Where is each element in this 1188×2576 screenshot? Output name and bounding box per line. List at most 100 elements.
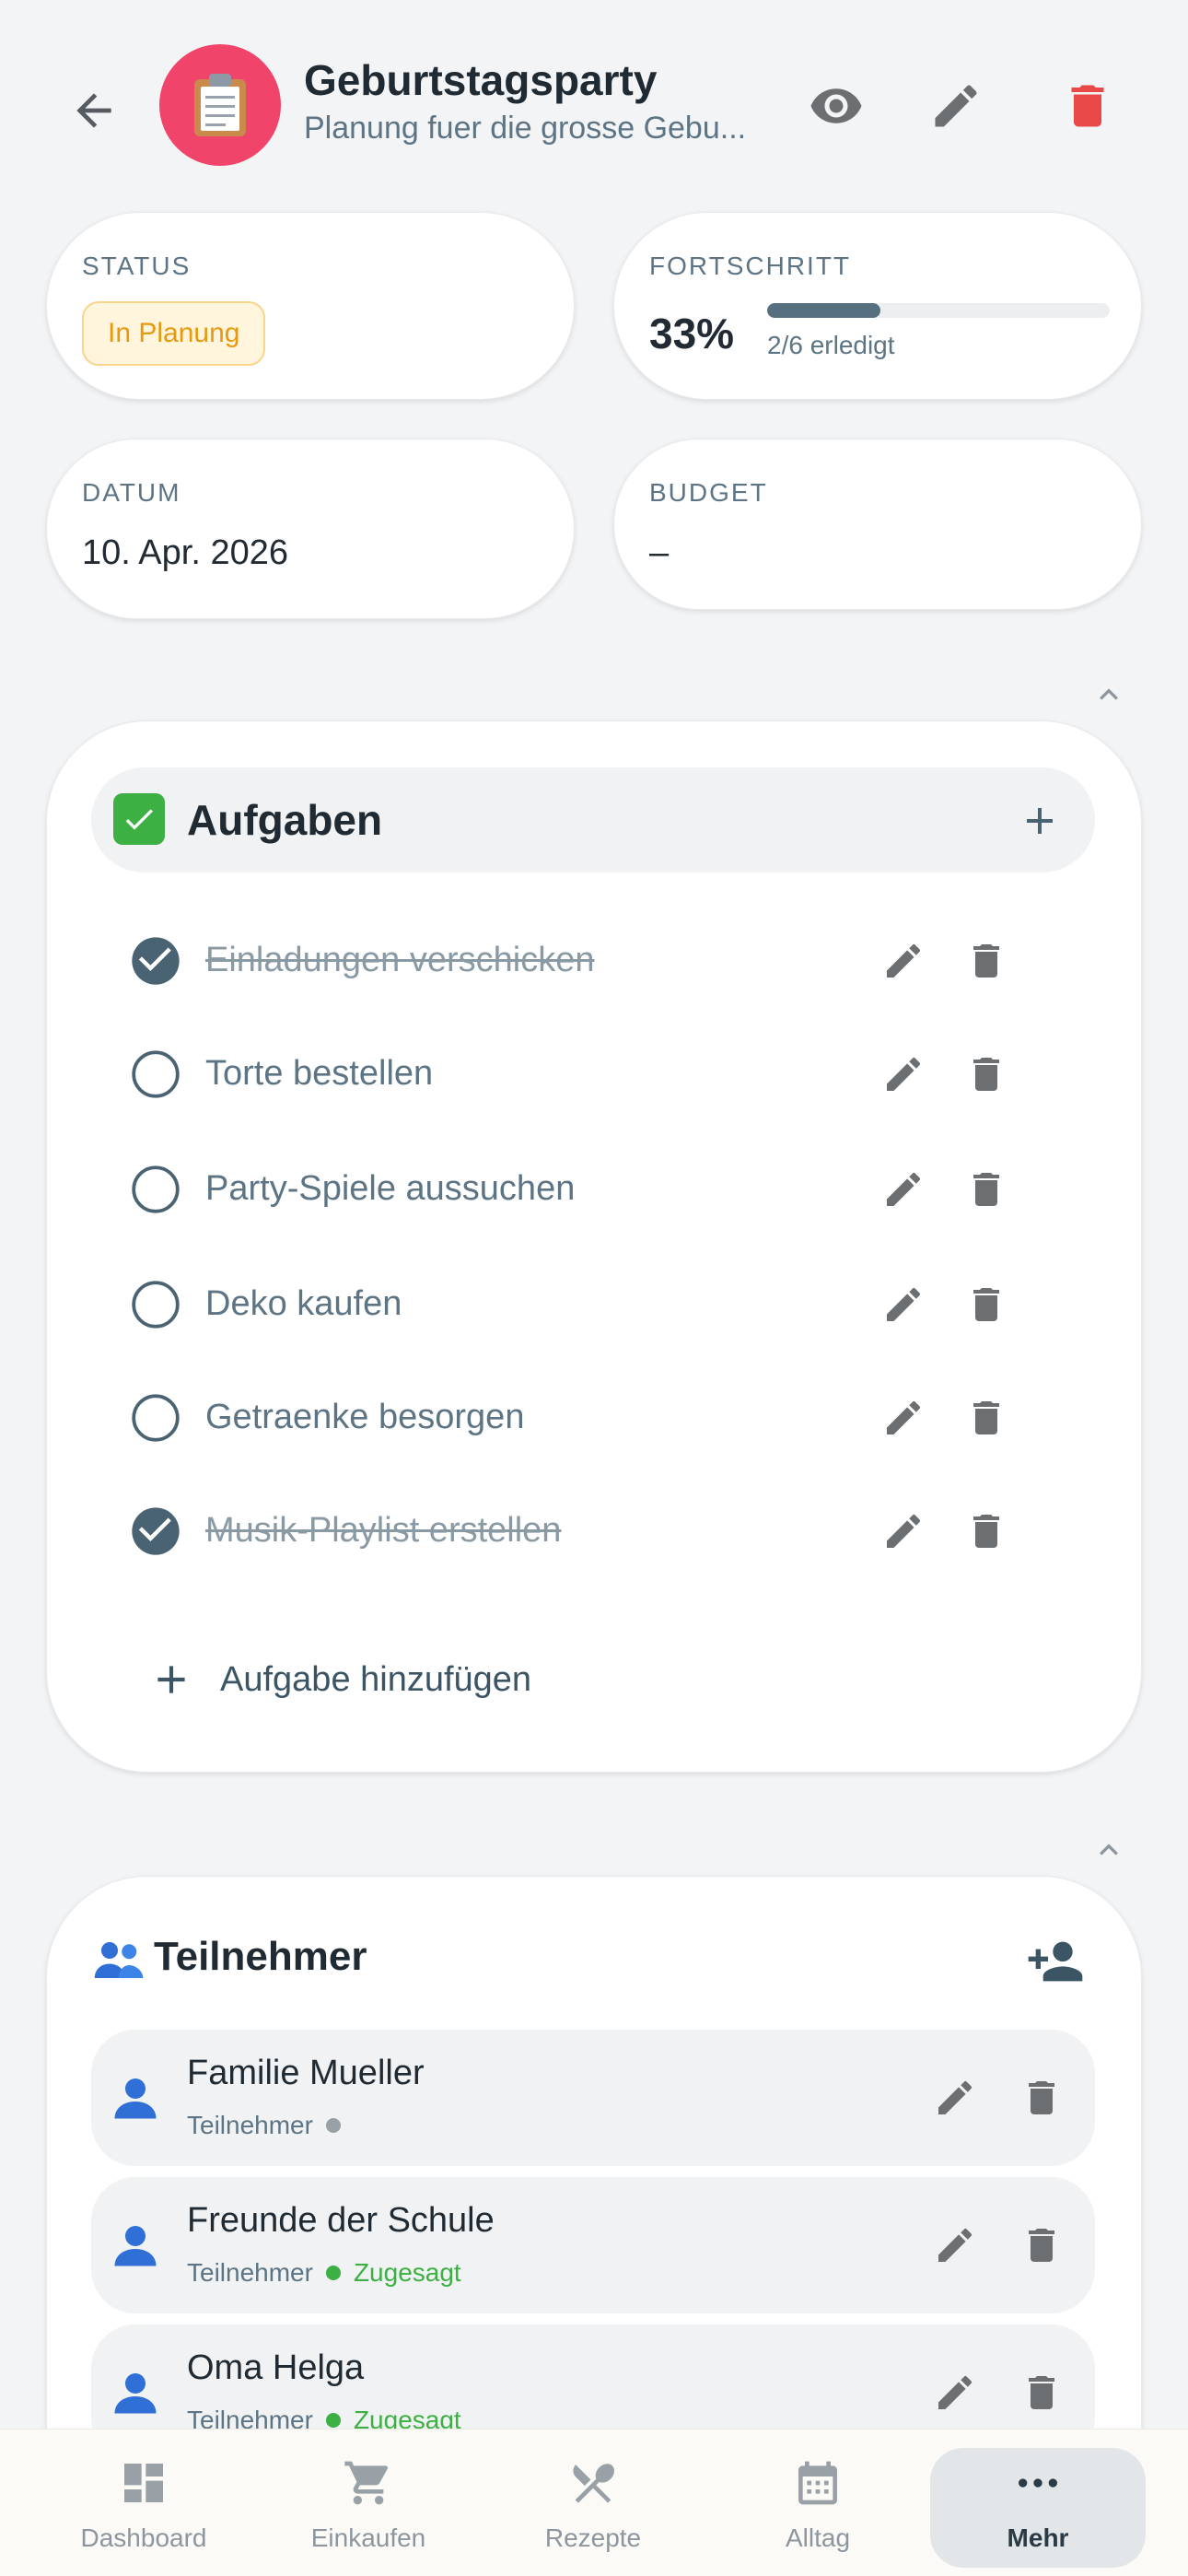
progress-bar (767, 303, 1110, 318)
delete-task-button[interactable] (959, 1047, 1014, 1102)
checkbox-checked-icon[interactable] (130, 935, 181, 987)
task-row: Musik-Playlist erstellen (47, 1485, 1141, 1577)
participant-row: Familie Mueller Teilnehmer (91, 2030, 1095, 2166)
add-task-button[interactable]: Aufgabe hinzufügen (148, 1643, 701, 1716)
date-label: DATUM (82, 478, 181, 507)
edit-participant-button[interactable] (927, 2218, 983, 2273)
task-label: Deko kaufen (205, 1284, 402, 1323)
more-icon (1010, 2455, 1066, 2511)
person-icon (108, 2218, 163, 2273)
delete-task-button[interactable] (959, 1390, 1014, 1446)
pencil-icon (881, 1052, 926, 1096)
add-task-header-button[interactable] (1012, 793, 1067, 849)
pencil-icon (881, 1509, 926, 1553)
pencil-icon (881, 939, 926, 983)
nav-daily[interactable]: Alltag (707, 2448, 928, 2568)
trash-icon (1071, 85, 1104, 127)
checkbox-empty-icon[interactable] (130, 1279, 181, 1330)
pencil-icon (933, 2076, 977, 2120)
delete-participant-button[interactable] (1014, 2070, 1069, 2125)
pencil-icon (933, 2371, 977, 2415)
edit-task-button[interactable] (876, 1162, 931, 1217)
clipboard-icon (194, 74, 246, 136)
add-participant-button[interactable] (1023, 1934, 1088, 1989)
checkbox-checked-icon[interactable] (130, 1505, 181, 1557)
trash-icon (964, 1396, 1008, 1440)
edit-event-button[interactable] (924, 74, 988, 138)
nav-more-label: Mehr (1007, 2523, 1069, 2552)
event-subtitle: Planung fuer die grosse Gebu... (304, 111, 747, 146)
calendar-icon (790, 2455, 845, 2511)
participant-meta: Teilnehmer Zugesagt (187, 2258, 461, 2288)
back-button[interactable] (57, 74, 131, 147)
person-icon (108, 2365, 163, 2420)
progress-label: FORTSCHRITT (649, 252, 852, 280)
edit-task-button[interactable] (876, 1047, 931, 1102)
collapse-participants-button[interactable] (1081, 1832, 1136, 1868)
nav-more[interactable]: Mehr (930, 2448, 1146, 2568)
progress-percent: 33% (649, 310, 735, 357)
budget-label: BUDGET (649, 478, 768, 507)
plus-icon (1027, 808, 1053, 834)
task-row: Party-Spiele aussuchen (47, 1143, 1141, 1235)
budget-value: – (649, 533, 670, 572)
task-row: Torte bestellen (47, 1028, 1141, 1120)
tasks-title: Aufgaben (187, 796, 383, 844)
delete-task-button[interactable] (959, 1277, 1014, 1332)
nav-shopping-label: Einkaufen (310, 2523, 426, 2552)
preview-button[interactable] (804, 74, 868, 138)
nav-daily-label: Alltag (785, 2523, 851, 2552)
edit-participant-button[interactable] (927, 2070, 983, 2125)
participant-name: Oma Helga (187, 2348, 365, 2387)
delete-participant-button[interactable] (1014, 2365, 1069, 2420)
pencil-icon (881, 1396, 926, 1440)
date-value: 10. Apr. 2026 (82, 533, 288, 572)
nav-dashboard[interactable]: Dashboard (33, 2448, 254, 2568)
tasks-card: Aufgaben Einladungen verschicken Torte be… (46, 720, 1142, 1773)
trash-icon (964, 1509, 1008, 1553)
participant-name: Freunde der Schule (187, 2201, 495, 2240)
trash-icon (964, 1282, 1008, 1327)
chevron-up-icon (1100, 1844, 1118, 1856)
progress-card: FORTSCHRITT 33% 2/6 erledigt (613, 212, 1142, 400)
task-label: Einladungen verschicken (205, 941, 595, 979)
nav-shopping[interactable]: Einkaufen (258, 2448, 479, 2568)
add-task-label: Aufgabe hinzufügen (220, 1659, 532, 1699)
delete-task-button[interactable] (959, 1504, 1014, 1559)
delete-event-button[interactable] (1055, 74, 1120, 138)
person-add-icon (1028, 1941, 1083, 1982)
participant-meta: Teilnehmer (187, 2111, 354, 2140)
pencil-icon (935, 85, 977, 127)
date-card: DATUM 10. Apr. 2026 (46, 439, 575, 619)
participant-name: Familie Mueller (187, 2054, 425, 2092)
people-icon (91, 1932, 146, 1987)
pencil-icon (933, 2223, 977, 2267)
chevron-up-icon (1100, 688, 1118, 700)
rsvp-status-dot (325, 2118, 341, 2133)
back-arrow-icon (76, 93, 111, 128)
delete-task-button[interactable] (959, 933, 1014, 989)
participant-role: Teilnehmer (187, 2111, 313, 2139)
dashboard-icon (116, 2455, 171, 2511)
delete-participant-button[interactable] (1014, 2218, 1069, 2273)
edit-task-button[interactable] (876, 1277, 931, 1332)
checkbox-empty-icon[interactable] (130, 1392, 181, 1444)
status-badge[interactable]: In Planung (82, 301, 266, 366)
edit-task-button[interactable] (876, 1390, 931, 1446)
collapse-tasks-button[interactable] (1081, 676, 1136, 713)
bottom-navigation: Dashboard Einkaufen Rezepte Alltag Mehr (0, 2429, 1188, 2576)
task-label: Party-Spiele aussuchen (205, 1169, 576, 1208)
checkbox-empty-icon[interactable] (130, 1048, 181, 1100)
nav-recipes[interactable]: Rezepte (483, 2448, 704, 2568)
edit-task-button[interactable] (876, 1504, 931, 1559)
delete-task-button[interactable] (959, 1162, 1014, 1217)
plus-icon (157, 1666, 185, 1693)
pencil-icon (881, 1282, 926, 1327)
trash-icon (1019, 2076, 1064, 2120)
edit-participant-button[interactable] (927, 2365, 983, 2420)
participant-role: Teilnehmer (187, 2258, 313, 2287)
task-label: Musik-Playlist erstellen (205, 1511, 562, 1550)
edit-task-button[interactable] (876, 933, 931, 989)
rsvp-status-dot (325, 2266, 341, 2280)
checkbox-empty-icon[interactable] (130, 1164, 181, 1215)
